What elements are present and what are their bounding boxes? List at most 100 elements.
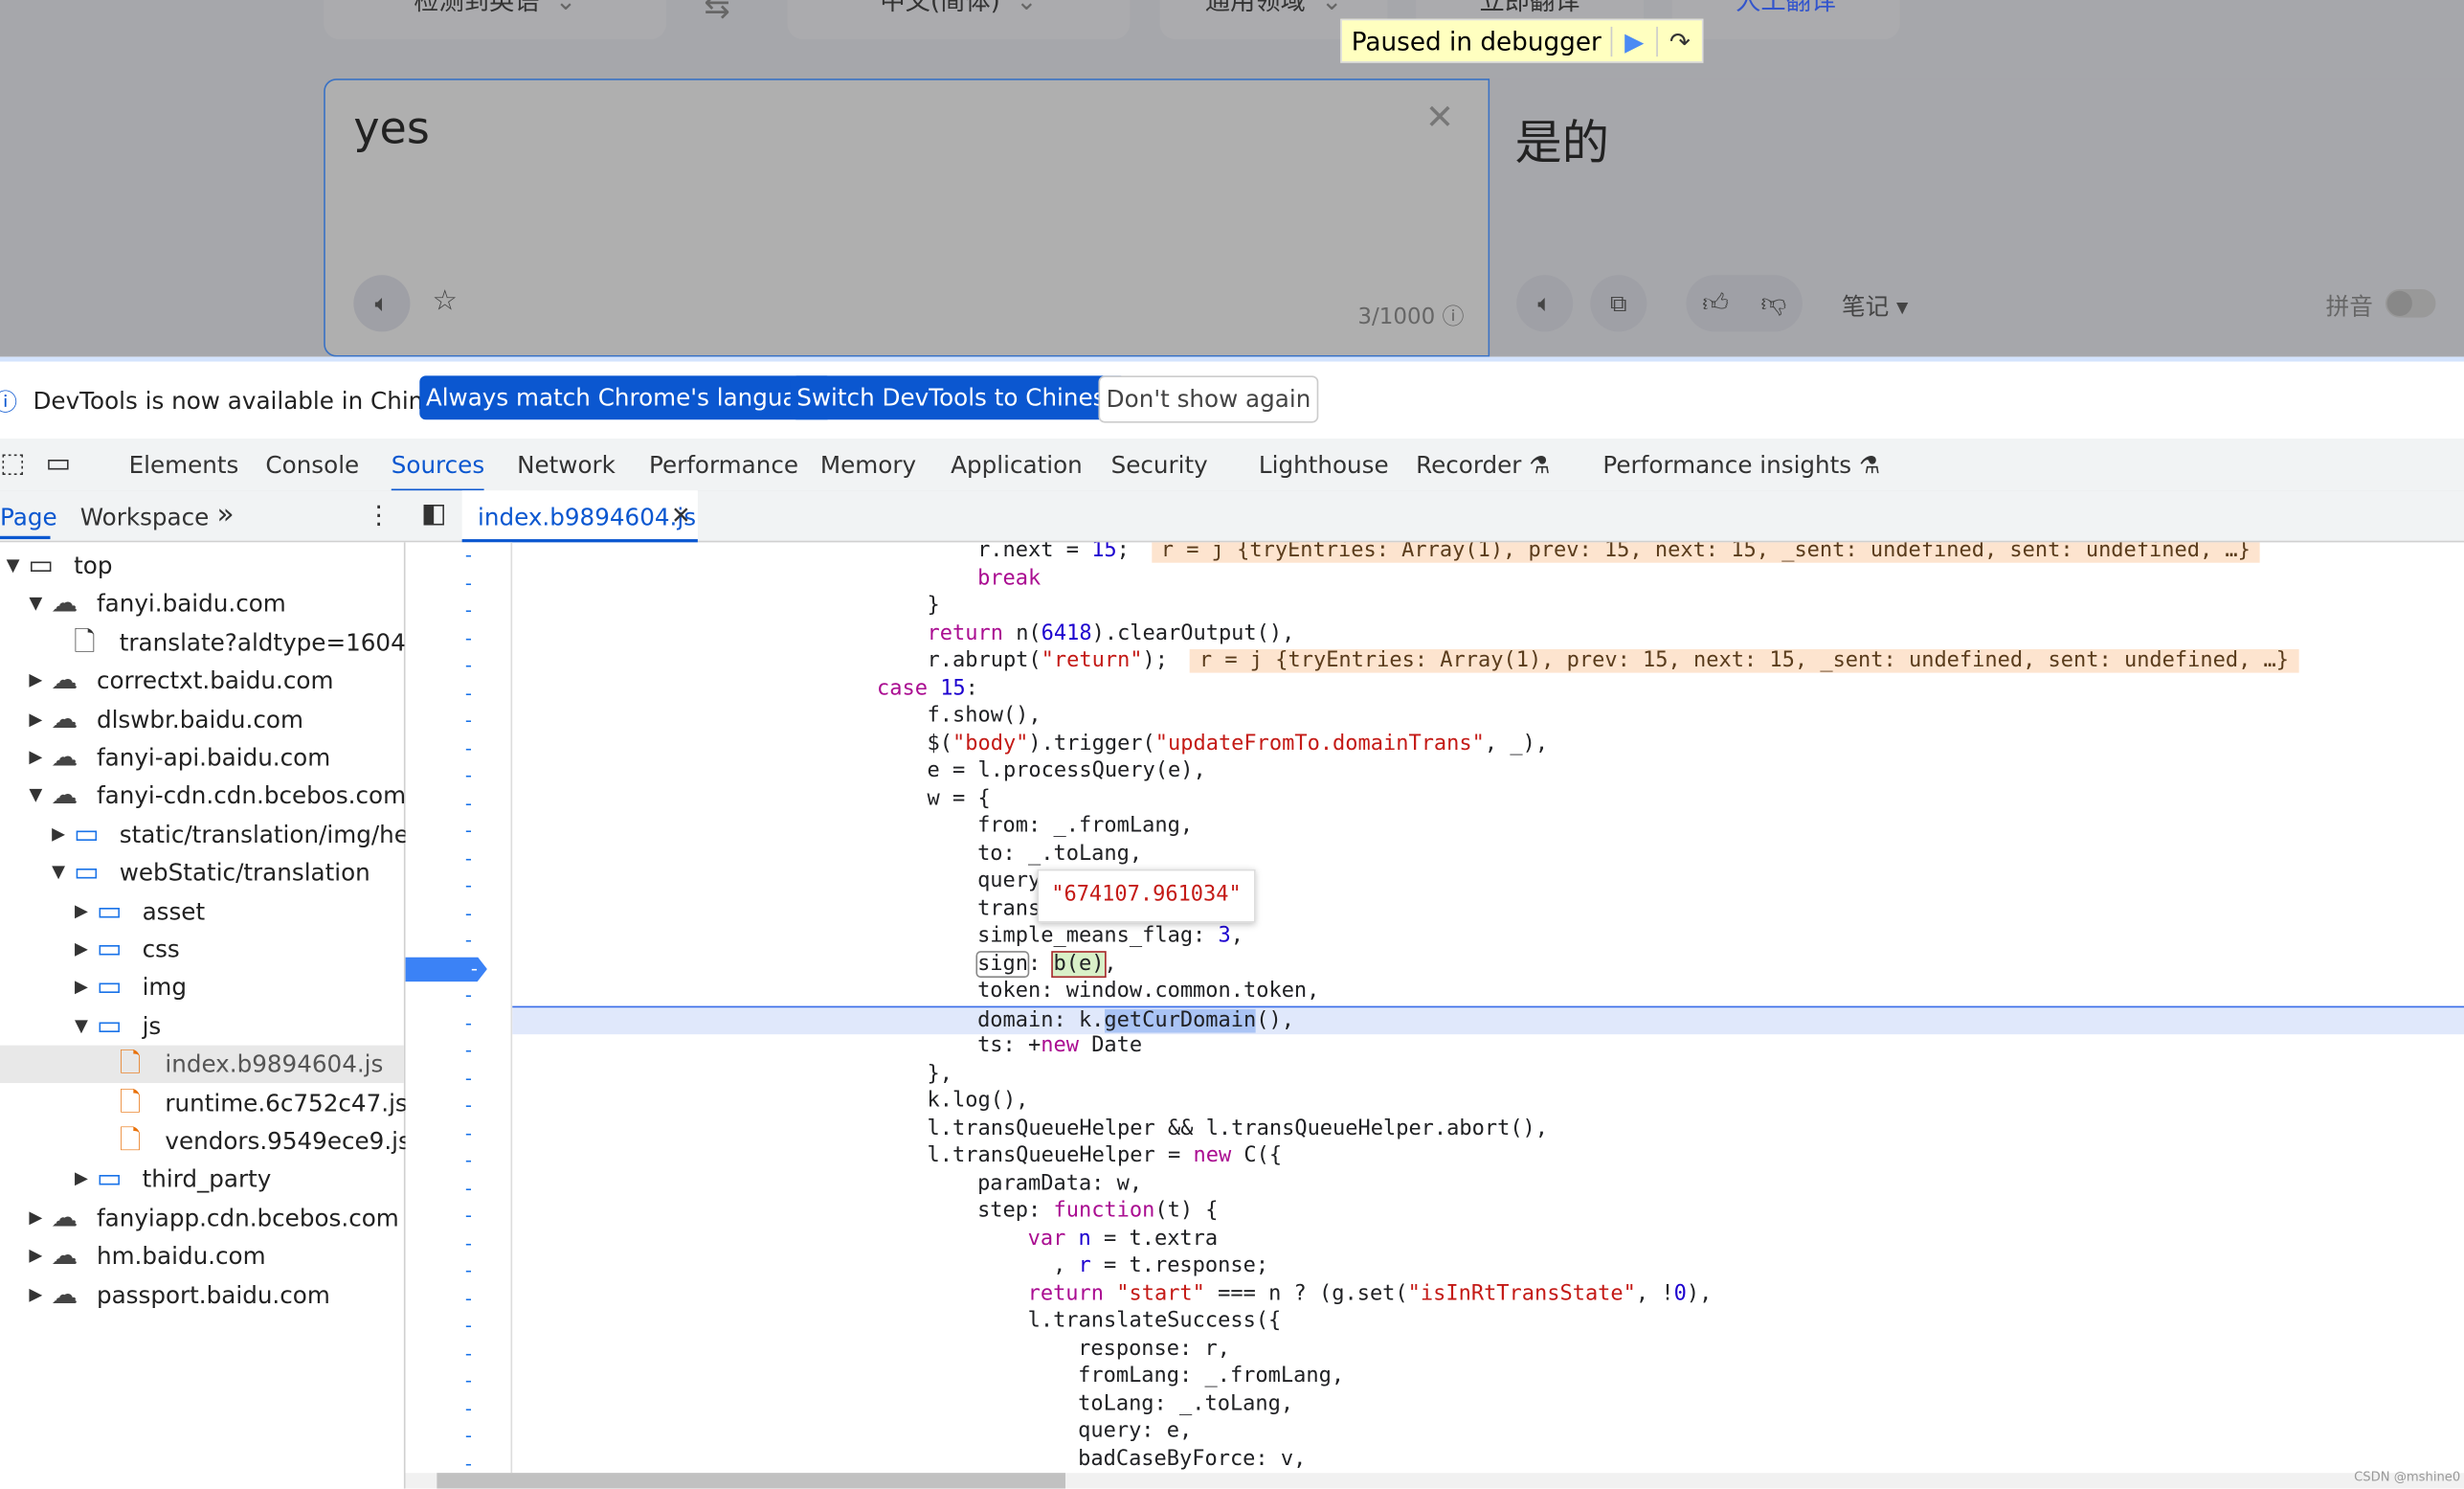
tab-memory[interactable]: Memory [820, 451, 916, 480]
tab-console[interactable]: Console [265, 451, 359, 480]
line-number-marker[interactable]: - [465, 846, 472, 869]
line-number-marker[interactable]: - [465, 654, 472, 676]
horizontal-scrollbar[interactable] [405, 1473, 2464, 1489]
tree-item[interactable]: ▼ ▭ webStatic/translation [0, 854, 404, 891]
tree-item[interactable]: ▼ ▭ top [0, 547, 404, 584]
line-number-marker[interactable]: - [465, 874, 472, 896]
line-number-marker[interactable]: - [465, 1231, 472, 1253]
collapse-arrow-icon[interactable]: ▶ [29, 1199, 42, 1236]
source-text[interactable]: yes [353, 102, 429, 154]
tree-item[interactable]: ▼ ☁ fanyi-cdn.cdn.bcebos.com [0, 778, 406, 815]
line-number-marker[interactable]: - [465, 544, 472, 566]
notes-button[interactable]: 笔记 ▾ [1842, 289, 1908, 322]
tab-elements[interactable]: Elements [129, 451, 239, 480]
tab-network[interactable]: Network [517, 451, 616, 480]
expand-arrow-icon[interactable]: ▼ [29, 778, 42, 815]
tab-sources[interactable]: Sources [391, 451, 485, 492]
collapse-arrow-icon[interactable]: ▶ [75, 969, 88, 1006]
more-tabs-icon[interactable]: » [217, 498, 235, 530]
line-number-marker[interactable]: - [465, 819, 472, 841]
tree-item[interactable]: ▶ ☁ fanyi-api.baidu.com [0, 739, 404, 777]
copy-icon[interactable]: ⧉ [1590, 275, 1647, 332]
tab-lighthouse[interactable]: Lighthouse [1259, 451, 1389, 480]
pinyin-toggle[interactable] [2385, 289, 2436, 318]
step-over-icon[interactable]: ↷ [1656, 26, 1702, 56]
line-number-marker[interactable]: - [465, 1287, 472, 1309]
breakpoint-marker[interactable]: - [405, 956, 487, 982]
line-number-marker[interactable]: - [465, 1067, 472, 1089]
tree-item[interactable]: 🗋 runtime.6c752c47.js [0, 1084, 408, 1121]
star-icon[interactable]: ☆ [432, 284, 457, 317]
thumbs-down-icon[interactable]: 👎︎ [1760, 287, 1786, 319]
expand-arrow-icon[interactable]: ▼ [29, 585, 42, 622]
collapse-arrow-icon[interactable]: ▶ [29, 1237, 42, 1275]
line-number-marker[interactable]: - [465, 792, 472, 814]
source-language-select[interactable]: 检测到英语 ⌄ [324, 0, 667, 40]
line-number-marker[interactable]: - [465, 1259, 472, 1281]
tab-recorder[interactable]: Recorder ⚗ [1416, 451, 1550, 480]
inspect-element-icon[interactable]: ⬚ [0, 448, 25, 480]
line-number-marker[interactable]: - [465, 901, 472, 923]
more-options-icon[interactable]: ⋮ [366, 500, 391, 530]
line-number-marker[interactable]: - [465, 1011, 472, 1033]
thumbs-up-icon[interactable]: 👍︎ [1702, 287, 1728, 319]
line-number-marker[interactable]: - [465, 1424, 472, 1446]
line-gutter[interactable]: ---------------------------------- [405, 542, 513, 1474]
speaker-icon[interactable]: 🔈︎ [353, 275, 411, 332]
tree-item[interactable]: ▶ ☁ correctxt.baidu.com [0, 662, 404, 699]
switch-to-chinese-button[interactable]: Switch DevTools to Chinese [790, 375, 1127, 420]
tab-performance[interactable]: Performance [649, 451, 798, 480]
tab-security[interactable]: Security [1111, 451, 1208, 480]
line-number-marker[interactable]: - [465, 572, 472, 594]
tree-item[interactable]: ▼ ▭ js [0, 1007, 404, 1045]
line-number-marker[interactable]: - [465, 709, 472, 731]
tree-item[interactable]: ▶ ▭ third_party [0, 1161, 404, 1198]
collapse-arrow-icon[interactable]: ▶ [29, 662, 42, 699]
resume-icon[interactable]: ▶ [1610, 26, 1657, 56]
line-number-marker[interactable]: - [465, 1369, 472, 1391]
collapse-arrow-icon[interactable]: ▶ [29, 1275, 42, 1313]
expand-arrow-icon[interactable]: ▼ [75, 1007, 88, 1045]
line-number-marker[interactable]: - [465, 1039, 472, 1061]
line-number-marker[interactable]: - [465, 984, 472, 1006]
line-number-marker[interactable]: - [465, 598, 472, 620]
tree-item[interactable]: ▶ ☁ fanyiapp.cdn.bcebos.com [0, 1199, 404, 1236]
dont-show-again-button[interactable]: Don't show again [1098, 375, 1319, 423]
line-number-marker[interactable]: - [465, 1342, 472, 1364]
tree-item[interactable]: ▼ ☁ fanyi.baidu.com [0, 585, 404, 622]
tree-item[interactable]: ▶ ▭ img [0, 969, 404, 1006]
device-toolbar-icon[interactable]: ▭ [46, 448, 71, 480]
collapse-arrow-icon[interactable]: ▶ [75, 931, 88, 968]
tree-item[interactable]: ▶ ▭ static/translation/img/header [0, 816, 462, 853]
line-number-marker[interactable]: - [465, 1177, 472, 1199]
tree-item[interactable]: ▶ ☁ passport.baidu.com [0, 1275, 404, 1313]
line-number-marker[interactable]: - [465, 736, 472, 758]
line-number-marker[interactable]: - [465, 1397, 472, 1419]
line-number-marker[interactable]: - [465, 1452, 472, 1474]
human-translate-button[interactable]: 人工翻译 [1671, 0, 1900, 40]
collapse-arrow-icon[interactable]: ▶ [29, 700, 42, 737]
collapse-arrow-icon[interactable]: ▶ [52, 816, 65, 853]
line-number-marker[interactable]: - [465, 1094, 472, 1117]
speaker-icon[interactable]: 🔈︎ [1516, 275, 1574, 332]
toggle-navigator-icon[interactable]: ◧ [421, 498, 446, 530]
expand-arrow-icon[interactable]: ▼ [52, 854, 65, 891]
line-number-marker[interactable]: - [465, 1149, 472, 1171]
line-number-marker[interactable]: - [465, 929, 472, 951]
always-match-language-button[interactable]: Always match Chrome's language [419, 375, 833, 420]
line-number-marker[interactable]: - [465, 1121, 472, 1143]
tree-item[interactable]: 🗋 vendors.9549ece9.js [0, 1122, 411, 1160]
code-editor[interactable]: r.next = 15; r = j {tryEntries: Array(1),… [512, 542, 2464, 1473]
tab-application[interactable]: Application [951, 451, 1083, 480]
collapse-arrow-icon[interactable]: ▶ [75, 892, 88, 930]
collapse-arrow-icon[interactable]: ▶ [29, 739, 42, 777]
close-icon[interactable]: ✕ [671, 502, 691, 530]
target-language-select[interactable]: 中文(简体) ⌄ [787, 0, 1131, 40]
tree-item[interactable]: ▶ ☁ dlswbr.baidu.com [0, 700, 404, 737]
line-number-marker[interactable]: - [465, 682, 472, 704]
expand-arrow-icon[interactable]: ▼ [7, 547, 20, 584]
tree-item[interactable]: ▶ ▭ asset [0, 892, 404, 930]
tree-item[interactable]: 🗋 index.b9894604.js [0, 1045, 404, 1084]
source-text-box[interactable]: yes ✕ 🔈︎ ☆ 3/1000 ⓘ [324, 79, 1490, 357]
collapse-arrow-icon[interactable]: ▶ [75, 1161, 88, 1198]
